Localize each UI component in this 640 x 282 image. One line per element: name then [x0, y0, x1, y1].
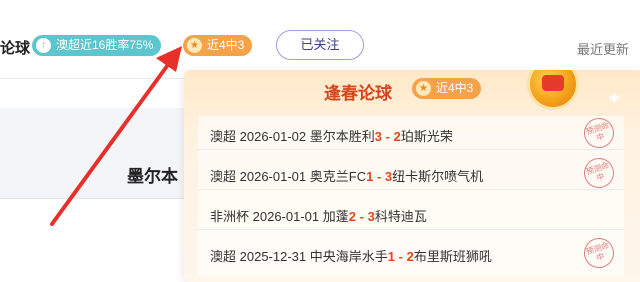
annotation-arrow — [50, 46, 182, 226]
